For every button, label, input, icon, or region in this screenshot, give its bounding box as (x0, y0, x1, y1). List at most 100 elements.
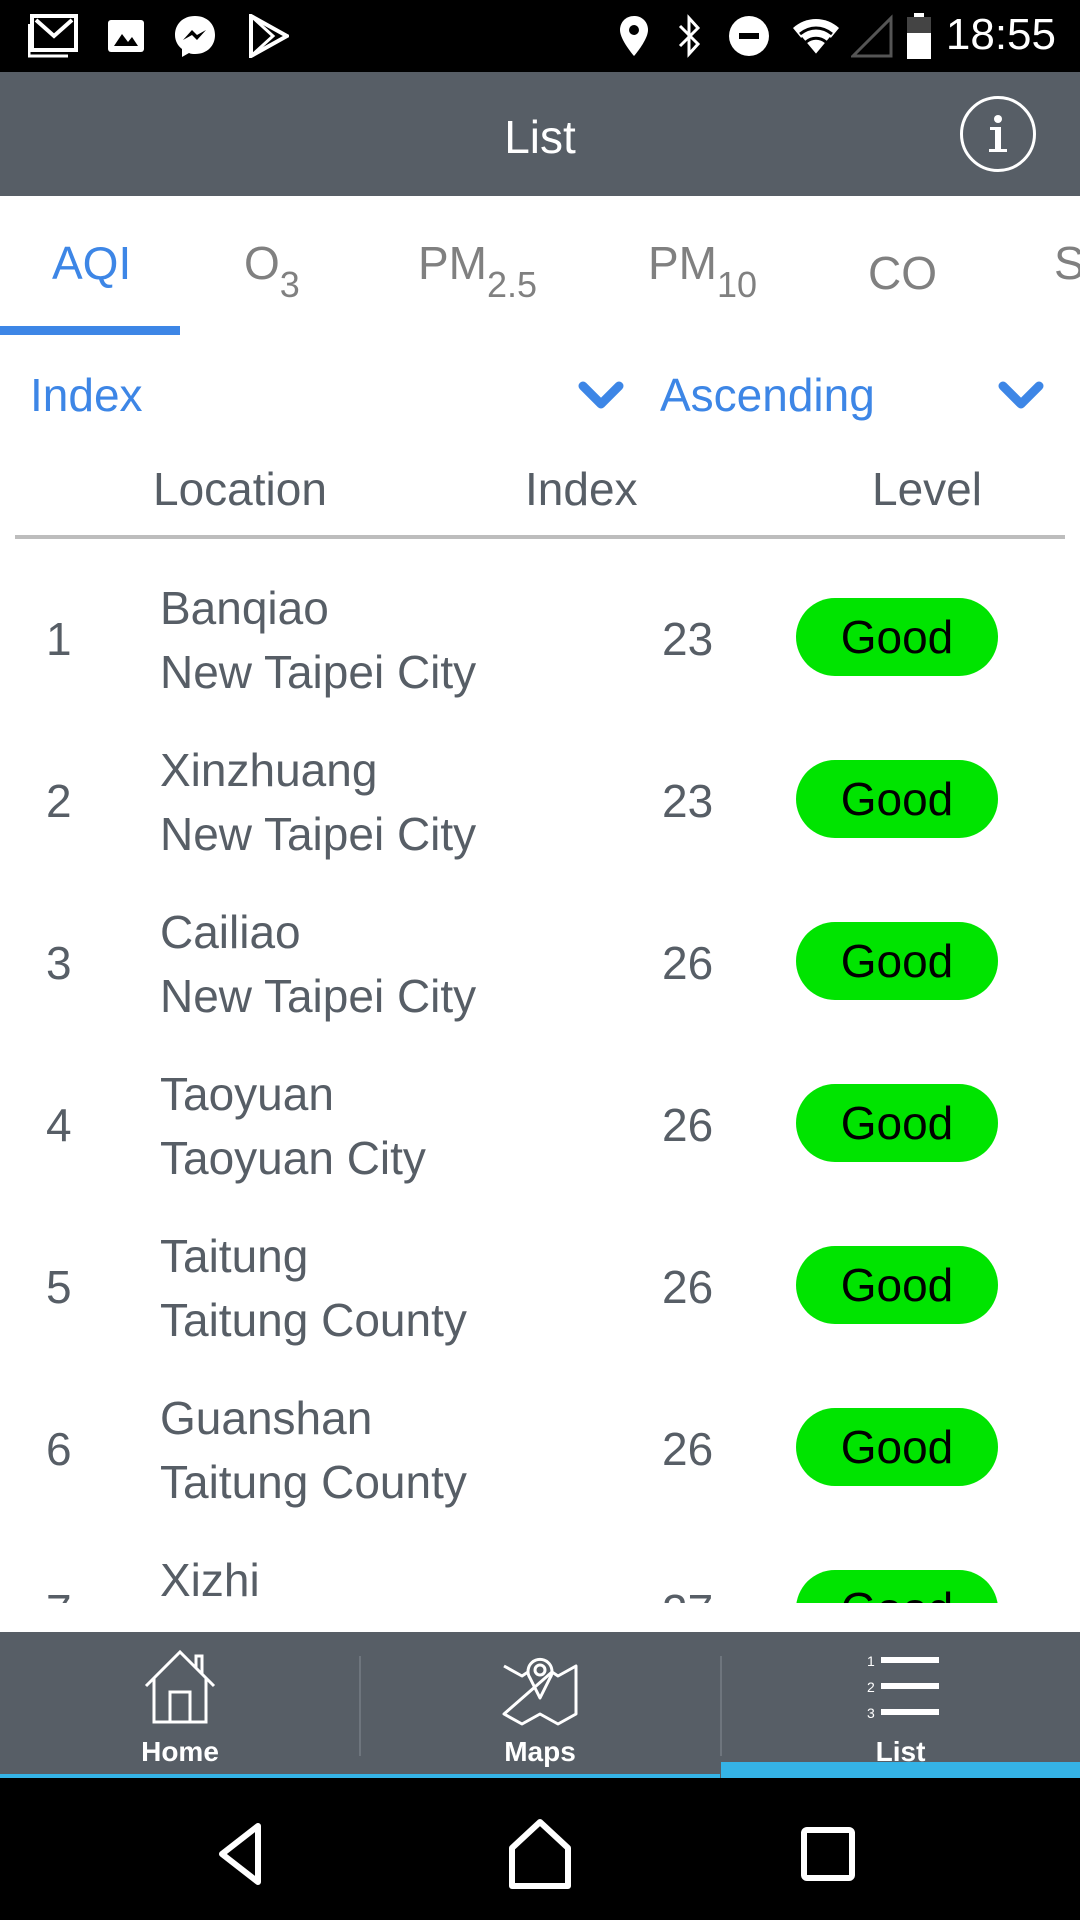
row-index: 23 (662, 775, 714, 827)
row-county: Taoyuan City (160, 1132, 426, 1184)
column-header-index: Index (525, 463, 638, 515)
row-site: Xizhi (160, 1554, 260, 1603)
row-rank: 5 (46, 1261, 72, 1313)
gmail-icon (26, 14, 82, 58)
nav-maps[interactable]: Maps (360, 1632, 720, 1778)
table-row[interactable]: 3 Cailiao New Taipei City 26 Good (0, 880, 1080, 1042)
sort-order-value: Ascending (660, 369, 875, 421)
tab-label: CO (868, 247, 937, 299)
row-county: New Taipei City (160, 970, 477, 1022)
row-index: 26 (662, 1423, 714, 1475)
column-header-level: Level (872, 463, 982, 515)
row-county: Taitung County (160, 1294, 467, 1346)
chevron-down-icon (998, 381, 1044, 409)
active-tab-indicator (0, 326, 180, 335)
table-row[interactable]: 7 Xizhi 27 Good (0, 1528, 1080, 1603)
level-badge: Good (796, 598, 998, 676)
tab-aqi[interactable]: AQI (52, 236, 131, 290)
row-site: Guanshan (160, 1392, 373, 1444)
bluetooth-icon (672, 14, 708, 58)
chevron-down-icon (578, 381, 624, 409)
cell-signal-icon (850, 14, 894, 58)
tab-pm10[interactable]: PM10 (648, 236, 757, 306)
row-index: 26 (662, 1261, 714, 1313)
nav-home[interactable]: Home (0, 1632, 360, 1778)
map-icon (502, 1657, 578, 1726)
row-rank: 6 (46, 1423, 72, 1475)
tab-subscript: 3 (279, 264, 300, 305)
messenger-icon (170, 14, 220, 58)
row-site: Cailiao (160, 906, 301, 958)
info-button[interactable] (960, 96, 1036, 172)
sort-field-value: Index (30, 369, 143, 421)
tab-pm25[interactable]: PM2.5 (418, 236, 537, 306)
wifi-icon (790, 14, 842, 58)
numbered-list-icon: 1 2 3 (867, 1653, 939, 1721)
nav-list[interactable]: 1 2 3 List (721, 1632, 1080, 1778)
back-icon[interactable] (200, 1814, 280, 1894)
row-index: 26 (662, 937, 714, 989)
svg-text:2: 2 (867, 1679, 875, 1695)
row-site: Taitung (160, 1230, 309, 1282)
row-rank: 1 (46, 613, 72, 665)
header-divider (15, 535, 1065, 539)
clock: 18:55 (945, 10, 1056, 59)
location-icon (616, 14, 652, 58)
row-rank: 2 (46, 775, 72, 827)
recents-icon[interactable] (788, 1814, 868, 1894)
tab-label: S (1054, 237, 1080, 289)
sort-controls: Index Ascending (0, 360, 1080, 432)
row-index: 23 (662, 613, 714, 665)
status-bar: 18:55 (0, 0, 1080, 72)
level-badge: Good (796, 922, 998, 1000)
row-rank: 4 (46, 1099, 72, 1151)
table-row[interactable]: 5 Taitung Taitung County 26 Good (0, 1204, 1080, 1366)
do-not-disturb-icon (726, 14, 772, 58)
row-index: 27 (662, 1584, 713, 1603)
bottom-nav: Home Maps 1 2 3 List (0, 1632, 1080, 1778)
level-badge: Good (796, 760, 998, 838)
home-icon[interactable] (500, 1814, 580, 1894)
row-site: Banqiao (160, 582, 329, 634)
nav-label: Maps (504, 1736, 576, 1767)
tab-so2[interactable]: S (1054, 236, 1080, 290)
row-county: New Taipei City (160, 808, 477, 860)
table-row[interactable]: 6 Guanshan Taitung County 26 Good (0, 1366, 1080, 1528)
app-header: List (0, 72, 1080, 196)
home-icon (144, 1649, 216, 1724)
row-county: Taitung County (160, 1456, 467, 1508)
tab-label: PM (648, 237, 717, 289)
tab-subscript: 10 (717, 264, 758, 305)
tab-label: AQI (52, 237, 132, 289)
tab-subscript: 2.5 (487, 264, 538, 305)
row-site: Xinzhuang (160, 744, 378, 796)
level-badge: Good (796, 1408, 998, 1486)
row-county: New Taipei City (160, 646, 477, 698)
table-row[interactable]: 2 Xinzhuang New Taipei City 23 Good (0, 718, 1080, 880)
level-badge: Good (796, 1570, 998, 1603)
row-index: 26 (662, 1099, 714, 1151)
photos-icon (104, 14, 148, 58)
tab-o3[interactable]: O3 (244, 236, 300, 306)
pollutant-tabs: AQI O3 PM2.5 PM10 CO S (0, 196, 1080, 336)
station-list[interactable]: 1 Banqiao New Taipei City 23 Good 2 Xinz… (0, 556, 1080, 1603)
level-badge: Good (796, 1246, 998, 1324)
level-badge: Good (796, 1084, 998, 1162)
tab-co[interactable]: CO (868, 246, 937, 300)
nav-underline-active (721, 1762, 1080, 1778)
battery-icon (904, 13, 934, 59)
row-rank: 3 (46, 937, 72, 989)
column-header-location: Location (153, 463, 327, 515)
tab-label: PM (418, 237, 487, 289)
row-rank: 7 (46, 1584, 72, 1603)
tab-label: O (244, 237, 280, 289)
info-icon (989, 115, 1007, 152)
play-store-icon (246, 14, 290, 58)
nav-label: Home (141, 1736, 219, 1767)
system-nav-bar (0, 1778, 1080, 1920)
svg-text:3: 3 (867, 1705, 875, 1721)
table-row[interactable]: 1 Banqiao New Taipei City 23 Good (0, 556, 1080, 718)
table-row[interactable]: 4 Taoyuan Taoyuan City 26 Good (0, 1042, 1080, 1204)
row-site: Taoyuan (160, 1068, 334, 1120)
svg-text:1: 1 (867, 1653, 875, 1669)
